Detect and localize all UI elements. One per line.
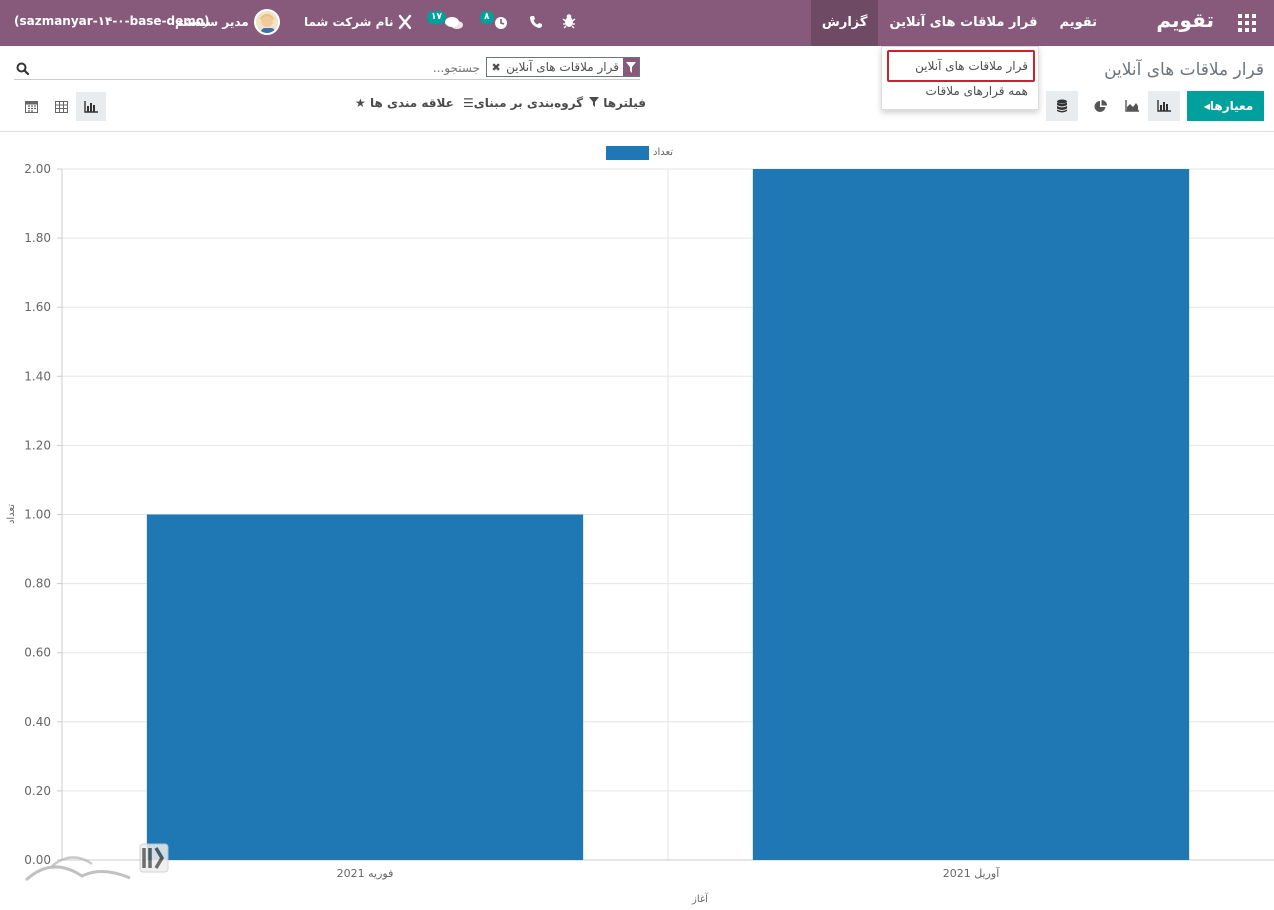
y-tick-label: 0.80 bbox=[24, 577, 51, 591]
bar bbox=[146, 514, 584, 860]
filters-toggle[interactable]: فیلترها bbox=[589, 96, 646, 110]
activities-count-badge: ۸ bbox=[480, 11, 494, 24]
favorites-label: علاقه مندی ها bbox=[369, 96, 454, 110]
user-menu-name[interactable]: مدیر سیستم bbox=[175, 15, 249, 29]
messages-icon[interactable] bbox=[444, 14, 464, 32]
top-navbar: تقویم تقویم قرار ملاقات های آنلاین گزارش… bbox=[0, 0, 1274, 46]
favorites-toggle[interactable]: ★ علاقه مندی ها bbox=[355, 96, 454, 110]
pie-chart-button[interactable] bbox=[1084, 91, 1116, 121]
avatar[interactable] bbox=[254, 9, 280, 35]
x-tick-label: فوریه 2021 bbox=[337, 867, 394, 880]
x-tick-label: آوریل 2021 bbox=[943, 866, 1001, 880]
graph-view-icon[interactable] bbox=[76, 92, 106, 121]
y-tick-label: 2.00 bbox=[24, 162, 51, 176]
stacked-button[interactable] bbox=[1046, 91, 1078, 121]
y-tick-label: 1.00 bbox=[24, 508, 51, 522]
page-title: قرار ملاقات های آنلاین bbox=[1104, 60, 1264, 80]
y-tick-label: 0.20 bbox=[24, 784, 51, 798]
filters-label: فیلترها bbox=[603, 96, 647, 110]
bar bbox=[752, 169, 1190, 860]
app-brand[interactable]: تقویم bbox=[1156, 8, 1214, 32]
view-switcher bbox=[16, 92, 106, 121]
bar-chart-icon bbox=[1157, 100, 1171, 112]
search-icon[interactable] bbox=[16, 60, 30, 76]
phone-icon[interactable] bbox=[529, 14, 543, 28]
bar-chart-button[interactable] bbox=[1148, 91, 1180, 121]
y-tick-label: 0.60 bbox=[24, 646, 51, 660]
funnel-icon bbox=[589, 96, 603, 110]
area-chart-icon bbox=[1125, 100, 1139, 112]
y-tick-label: 0.40 bbox=[24, 715, 51, 729]
debug-tools-icon[interactable] bbox=[398, 14, 412, 30]
menu-item-calendar[interactable]: تقویم bbox=[1049, 0, 1108, 46]
watermark-logo bbox=[22, 836, 172, 888]
search-options: ★ علاقه مندی ها ☰گروه‌بندی بر مبنای فیلت… bbox=[355, 96, 646, 116]
legend-swatch bbox=[606, 146, 649, 160]
x-axis-title: آغاز bbox=[691, 892, 709, 905]
y-tick-label: 1.20 bbox=[24, 438, 51, 452]
menu-item-reporting[interactable]: گزارش bbox=[810, 0, 879, 46]
reporting-dropdown: قرار ملاقات های آنلاین همه قرارهای ملاقا… bbox=[881, 46, 1039, 110]
bar-chart: 0.000.200.400.600.801.001.201.401.601.80… bbox=[6, 146, 1274, 905]
facet-label: قرار ملاقات های آنلاین bbox=[506, 60, 619, 74]
group-by-toggle[interactable]: ☰گروه‌بندی بر مبنای bbox=[463, 96, 583, 110]
search-input[interactable] bbox=[180, 58, 480, 78]
y-tick-label: 1.40 bbox=[24, 369, 51, 383]
bug-icon[interactable] bbox=[562, 13, 576, 29]
activities-clock-icon[interactable] bbox=[494, 15, 508, 29]
search-bar: قرار ملاقات های آنلاین ✖ bbox=[14, 56, 640, 80]
menu-item-online-appointments[interactable]: قرار ملاقات های آنلاین bbox=[878, 0, 1048, 46]
pie-chart-icon bbox=[1094, 99, 1107, 112]
calendar-view-icon[interactable] bbox=[16, 92, 46, 121]
dropdown-item-online-appointments[interactable]: قرار ملاقات های آنلاین bbox=[915, 59, 1028, 73]
main-menu: تقویم قرار ملاقات های آنلاین گزارش bbox=[810, 0, 1108, 46]
legend-label: تعداد bbox=[653, 147, 673, 158]
y-axis-title: تعداد bbox=[6, 504, 17, 524]
search-facet[interactable]: قرار ملاقات های آنلاین ✖ bbox=[486, 57, 640, 77]
apps-menu-icon[interactable] bbox=[1238, 14, 1256, 32]
star-icon: ★ bbox=[355, 96, 366, 110]
measures-button[interactable]: ◀ معیارها bbox=[1187, 91, 1264, 121]
y-tick-label: 1.60 bbox=[24, 300, 51, 314]
pivot-view-icon[interactable] bbox=[46, 92, 76, 121]
company-switcher[interactable]: نام شرکت شما bbox=[304, 15, 393, 29]
facet-close-icon[interactable]: ✖ bbox=[490, 58, 502, 76]
filter-icon bbox=[623, 58, 639, 76]
systray: (sazmanyar-۱۴-۰-base-demo) مدیر سیستم نا… bbox=[14, 0, 614, 46]
group-by-label: گروه‌بندی بر مبنای bbox=[473, 96, 584, 110]
dropdown-item-all-appointments[interactable]: همه قرارهای ملاقات bbox=[926, 84, 1028, 98]
database-icon bbox=[1057, 99, 1067, 113]
bars-icon: ☰ bbox=[463, 96, 474, 110]
y-tick-label: 1.80 bbox=[24, 231, 51, 245]
measures-label: معیارها bbox=[1209, 99, 1254, 113]
line-chart-button[interactable] bbox=[1116, 91, 1148, 121]
